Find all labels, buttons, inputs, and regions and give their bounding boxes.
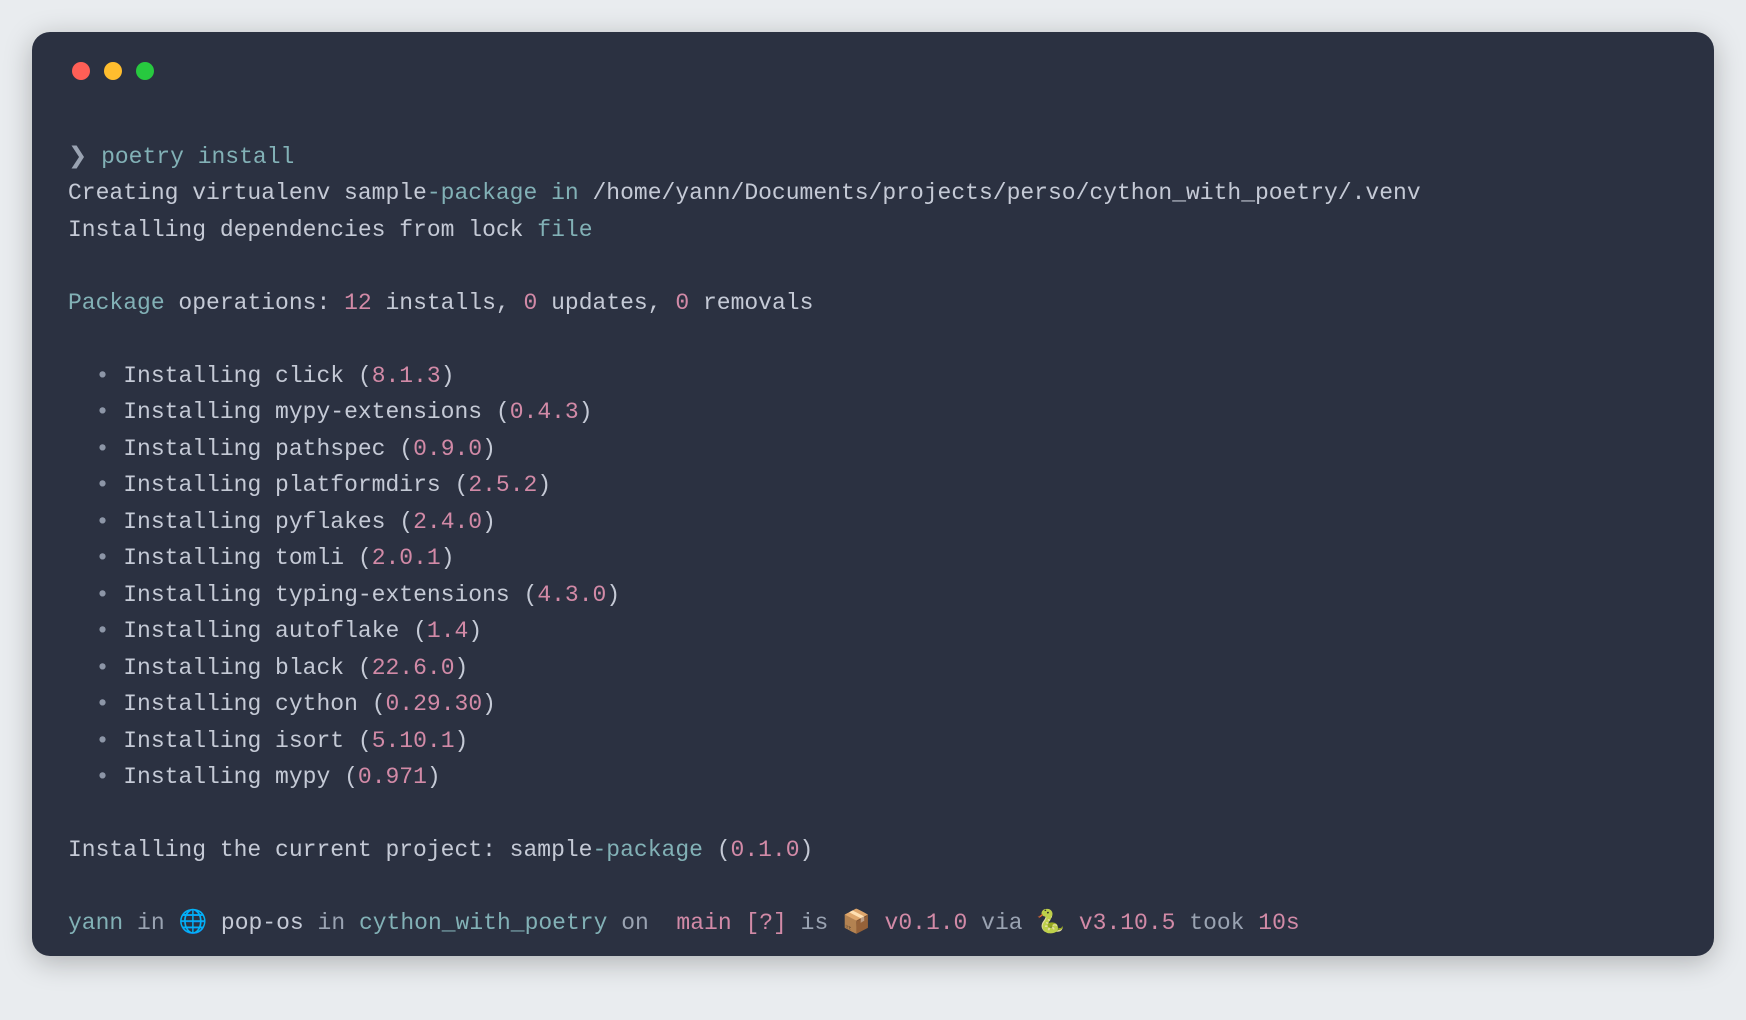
bullet-icon: • — [96, 582, 110, 608]
minimize-icon[interactable] — [104, 62, 122, 80]
shell-prompt[interactable]: yann in 🌐 pop-os in cython_with_poetry o… — [68, 910, 1300, 936]
current-project-line: Installing the current project: sample-p… — [68, 837, 813, 863]
package-version: 0.9.0 — [413, 436, 482, 462]
bullet-icon: • — [96, 399, 110, 425]
globe-icon: 🌐 — [178, 910, 207, 936]
terminal-window: ❯ poetry install Creating virtualenv sam… — [32, 32, 1714, 956]
operations-line: Package operations: 12 installs, 0 updat… — [68, 290, 813, 316]
prompt-py-version: v3.10.5 — [1079, 910, 1176, 936]
list-item: • Installing autoflake (1.4) — [68, 613, 1686, 650]
bullet-icon: • — [96, 545, 110, 571]
package-list: • Installing click (8.1.3) • Installing … — [68, 358, 1686, 796]
prompt-pkg-version: v0.1.0 — [885, 910, 968, 936]
list-item: • Installing mypy (0.971) — [68, 759, 1686, 796]
bullet-icon: • — [96, 655, 110, 681]
prompt-user: yann — [68, 910, 123, 936]
list-item: • Installing typing-extensions (4.3.0) — [68, 577, 1686, 614]
bullet-icon: • — [96, 363, 110, 389]
bullet-icon: • — [96, 618, 110, 644]
venv-line: Creating virtualenv sample-package in /h… — [68, 180, 1421, 206]
package-version: 4.3.0 — [537, 582, 606, 608]
package-version: 5.10.1 — [372, 728, 455, 754]
list-item: • Installing pyflakes (2.4.0) — [68, 504, 1686, 541]
package-version: 8.1.3 — [372, 363, 441, 389]
window-controls — [60, 56, 1686, 102]
maximize-icon[interactable] — [136, 62, 154, 80]
package-version: 2.4.0 — [413, 509, 482, 535]
bullet-icon: • — [96, 436, 110, 462]
package-version: 1.4 — [427, 618, 468, 644]
package-icon: 📦 — [842, 910, 871, 936]
list-item: • Installing platformdirs (2.5.2) — [68, 467, 1686, 504]
bullet-icon: • — [96, 728, 110, 754]
list-item: • Installing isort (5.10.1) — [68, 723, 1686, 760]
lockfile-line: Installing dependencies from lock file — [68, 217, 593, 243]
list-item: • Installing pathspec (0.9.0) — [68, 431, 1686, 468]
bullet-icon: • — [96, 691, 110, 717]
bullet-icon: • — [96, 509, 110, 535]
prompt-branch: main — [676, 910, 731, 936]
prompt-dir: cython_with_poetry — [359, 910, 607, 936]
close-icon[interactable] — [72, 62, 90, 80]
list-item: • Installing mypy-extensions (0.4.3) — [68, 394, 1686, 431]
prompt-host: pop-os — [221, 910, 304, 936]
package-version: 22.6.0 — [372, 655, 455, 681]
prompt-git-status: [?] — [745, 910, 786, 936]
bullet-icon: • — [96, 764, 110, 790]
bullet-icon: • — [96, 472, 110, 498]
package-version: 2.0.1 — [372, 545, 441, 571]
list-item: • Installing cython (0.29.30) — [68, 686, 1686, 723]
package-version: 0.29.30 — [386, 691, 483, 717]
package-version: 2.5.2 — [468, 472, 537, 498]
terminal-output: ❯ poetry install Creating virtualenv sam… — [60, 102, 1686, 942]
package-version: 0.4.3 — [510, 399, 579, 425]
list-item: • Installing click (8.1.3) — [68, 358, 1686, 395]
list-item: • Installing black (22.6.0) — [68, 650, 1686, 687]
package-version: 0.971 — [358, 764, 427, 790]
command-text: poetry install — [101, 144, 294, 170]
prompt-took: 10s — [1258, 910, 1299, 936]
prompt-glyph: ❯ — [68, 144, 101, 170]
python-icon: 🐍 — [1036, 910, 1065, 936]
list-item: • Installing tomli (2.0.1) — [68, 540, 1686, 577]
